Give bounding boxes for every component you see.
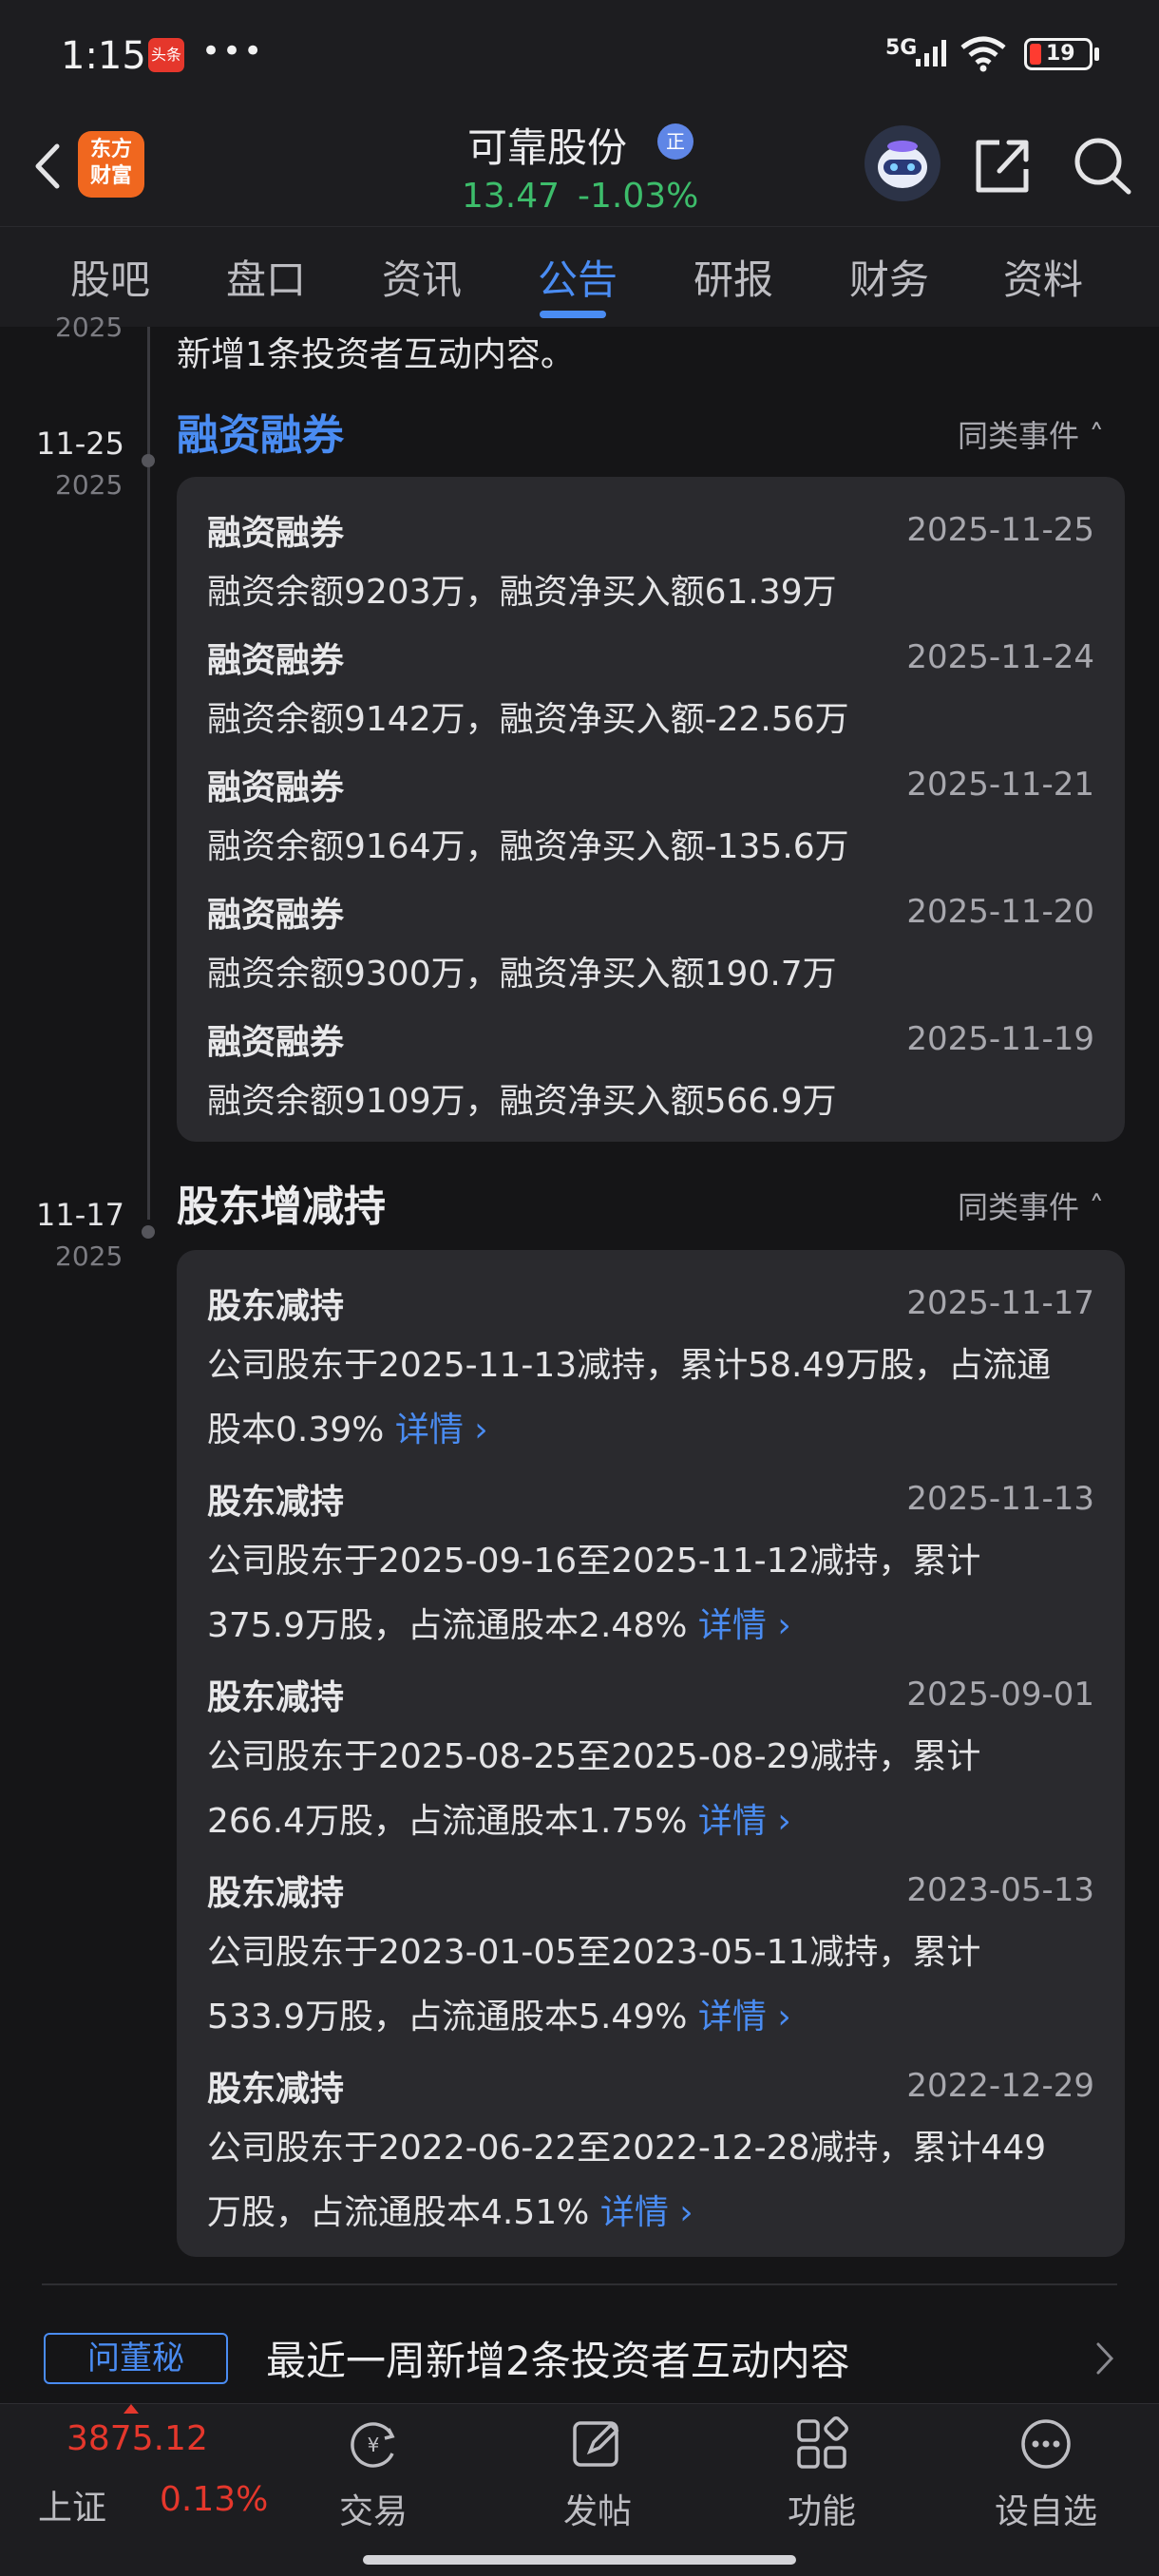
tab-pankou[interactable]: 盘口	[226, 248, 306, 306]
list-item[interactable]: 融资融券 2025-11-19 融资余额9109万，融资净买入额566.9万	[207, 1014, 1094, 1138]
more-icon	[1021, 2419, 1071, 2469]
section-title-margin[interactable]: 融资融券	[177, 401, 344, 462]
nav-add-watchlist[interactable]: 设自选	[975, 2415, 1117, 2539]
ask-secretary-text[interactable]: 最近一周新增2条投资者互动内容	[266, 2329, 850, 2387]
search-icon[interactable]	[1070, 131, 1134, 198]
toutiao-app-icon: 头条	[148, 38, 184, 72]
index-up-arrow-icon	[124, 2404, 139, 2414]
detail-link[interactable]: 详情 ›	[395, 1411, 488, 1449]
active-tab-indicator	[540, 311, 606, 318]
timeline-year: 2025	[55, 469, 124, 501]
nav-functions[interactable]: 功能	[750, 2415, 893, 2539]
list-item[interactable]: 股东减持 2025-09-01 公司股东于2025-08-25至2025-08-…	[207, 1670, 1094, 1860]
chevron-right-icon[interactable]	[1091, 2337, 1119, 2380]
bottom-nav: 3875.12 上证 0.13% ¥ 交易 发帖 功能 设自选	[0, 2403, 1159, 2576]
list-item[interactable]: 融资融券 2025-11-20 融资余额9300万，融资净买入额190.7万	[207, 887, 1094, 1011]
list-item[interactable]: 融资融券 2025-11-21 融资余额9164万，融资净买入额-135.6万	[207, 760, 1094, 883]
index-name[interactable]: 上证	[38, 2480, 106, 2529]
similar-events-toggle[interactable]: 同类事件 ˄	[958, 1184, 1104, 1227]
margin-card: 融资融券 2025-11-25 融资余额9203万，融资净买入额61.39万 融…	[177, 477, 1125, 1142]
tab-news[interactable]: 资讯	[382, 248, 462, 306]
similar-events-toggle[interactable]: 同类事件 ˄	[958, 412, 1104, 456]
stock-price: 13.47	[462, 177, 560, 216]
battery-icon: 19	[1024, 38, 1092, 70]
tab-profile[interactable]: 资料	[1003, 248, 1083, 306]
timeline-dot	[142, 454, 155, 467]
list-item[interactable]: 股东减持 2022-12-29 公司股东于2022-06-22至2022-12-…	[207, 2061, 1094, 2251]
timeline-date: 11-17	[36, 1197, 124, 1233]
more-notifications-icon: •••	[201, 32, 265, 70]
tab-research[interactable]: 研报	[694, 248, 773, 306]
detail-link[interactable]: 详情 ›	[698, 1802, 791, 1841]
list-item[interactable]: 融资融券 2025-11-24 融资余额9142万，融资净买入额-22.56万	[207, 633, 1094, 756]
chevron-up-icon: ˄	[1089, 418, 1105, 454]
apps-icon	[797, 2416, 848, 2469]
battery-level: 19	[1046, 42, 1075, 66]
chevron-up-icon: ˄	[1089, 1189, 1105, 1225]
timeline-date: 11-25	[36, 426, 124, 462]
nav-post[interactable]: 发帖	[526, 2415, 669, 2539]
stock-name[interactable]: 可靠股份	[467, 116, 627, 174]
tab-financials[interactable]: 财务	[849, 248, 929, 306]
timeline-year: 2025	[55, 1241, 124, 1272]
interaction-summary-text: 新增1条投资者互动内容。	[177, 335, 575, 374]
margin-badge: 正	[657, 123, 694, 160]
timeline-dot	[142, 1225, 155, 1239]
post-icon	[573, 2421, 619, 2467]
index-percent[interactable]: 0.13%	[160, 2480, 268, 2519]
detail-link[interactable]: 详情 ›	[600, 2193, 694, 2232]
signal-icon	[916, 40, 946, 66]
timeline-year: 2025	[55, 312, 124, 343]
home-indicator[interactable]	[363, 2555, 796, 2565]
list-item[interactable]: 股东减持 2025-11-17 公司股东于2025-11-13减持，累计58.4…	[207, 1279, 1094, 1468]
share-icon[interactable]	[971, 131, 1034, 198]
tab-announcements[interactable]: 公告	[538, 248, 618, 306]
tab-guba[interactable]: 股吧	[70, 248, 150, 306]
ai-assistant-icon[interactable]	[864, 125, 940, 201]
list-item[interactable]: 股东减持 2025-11-13 公司股东于2025-09-16至2025-11-…	[207, 1474, 1094, 1664]
status-time: 1:15	[61, 34, 146, 78]
status-bar: 1:15 头条 ••• 5G 19	[0, 0, 1159, 114]
detail-link[interactable]: 详情 ›	[698, 1606, 791, 1645]
nav-trade[interactable]: ¥ 交易	[302, 2415, 445, 2539]
stock-header: 东方 财富 可靠股份 正 13.47 -1.03%	[0, 114, 1159, 226]
stock-change: -1.03%	[578, 177, 699, 216]
shareholder-card: 股东减持 2025-11-17 公司股东于2025-11-13减持，累计58.4…	[177, 1250, 1125, 2257]
detail-link[interactable]: 详情 ›	[698, 1998, 791, 2036]
svg-text:¥: ¥	[368, 2434, 380, 2456]
back-arrow-icon[interactable]	[25, 133, 72, 199]
trade-icon: ¥	[351, 2422, 395, 2468]
tab-bar: 股吧 盘口 资讯 公告 研报 财务 资料	[0, 226, 1159, 327]
divider	[42, 2283, 1117, 2285]
wifi-icon	[960, 36, 1006, 72]
list-item[interactable]: 股东减持 2023-05-13 公司股东于2023-01-05至2023-05-…	[207, 1866, 1094, 2055]
network-type: 5G	[885, 36, 918, 60]
section-title-shareholder[interactable]: 股东增减持	[177, 1172, 386, 1233]
index-value[interactable]: 3875.12	[66, 2419, 208, 2458]
eastmoney-logo[interactable]: 东方 财富	[78, 131, 144, 198]
list-item[interactable]: 融资融券 2025-11-25 融资余额9203万，融资净买入额61.39万	[207, 505, 1094, 629]
ask-secretary-tag[interactable]: 问董秘	[44, 2333, 228, 2384]
